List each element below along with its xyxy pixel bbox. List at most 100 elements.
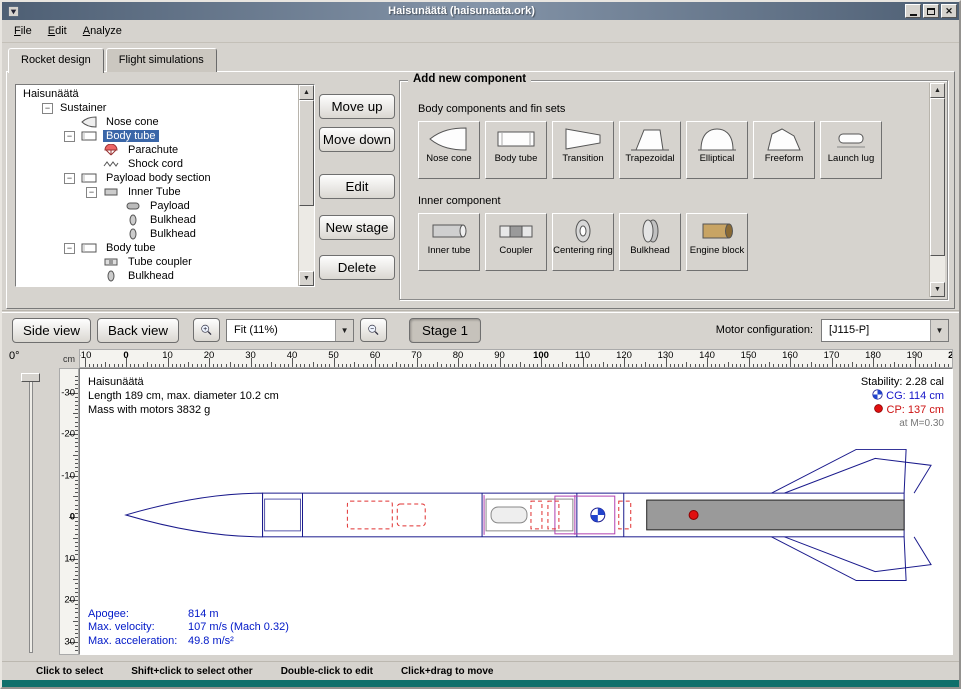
rocket-info: Haisunäätä Length 189 cm, max. diameter … [88,375,279,417]
minimize-button[interactable] [905,4,921,18]
ruler-label: 170 [824,350,840,361]
zoom-out-button[interactable] [360,318,387,342]
tab-rocket-design[interactable]: Rocket design [8,48,104,73]
zoom-in-icon [200,321,213,339]
add-freeform-fin-button[interactable]: Freeform [753,121,815,179]
chevron-down-icon[interactable]: ▼ [930,320,948,341]
tree-collapse-icon[interactable]: − [42,103,53,114]
back-view-button[interactable]: Back view [97,318,179,343]
add-transition-button[interactable]: Transition [552,121,614,179]
scroll-down-button[interactable]: ▼ [930,282,945,297]
side-view-button[interactable]: Side view [12,318,91,343]
scroll-down-button[interactable]: ▼ [299,271,314,286]
tree-item[interactable]: Bulkhead [16,269,298,283]
scrollbar-track[interactable] [299,100,314,271]
zoom-in-button[interactable] [193,318,220,342]
new-stage-button[interactable]: New stage [319,215,395,240]
component-button-label: Freeform [765,154,804,165]
tree-item[interactable]: −Inner Tube [16,185,298,199]
tree-item[interactable]: Parachute [16,143,298,157]
tree-item[interactable]: Bulkhead [16,227,298,241]
component-button-label: Bulkhead [630,246,670,257]
maximize-button[interactable] [923,4,939,18]
cg-text: CG: 114 cm [861,389,944,403]
tree-item-label: Body tube [103,130,159,142]
add-bodytube-button[interactable]: Body tube [485,121,547,179]
ruler-label: 180 [865,350,881,361]
titlebar[interactable]: Haisunäätä (haisunaata.ork) ✕ [2,2,959,20]
rotation-angle-label: 0° [9,350,20,362]
tree-item[interactable]: −Sustainer [16,101,298,115]
tab-flight-simulations[interactable]: Flight simulations [106,48,217,72]
tree-scrollbar[interactable]: ▲ ▼ [298,85,314,286]
window-menu-icon[interactable] [6,5,20,18]
add-launchlug-button[interactable]: Launch lug [820,121,882,179]
window-title: Haisunäätä (haisunaata.ork) [20,5,903,17]
add-component-scrollbar[interactable]: ▲ ▼ [929,83,945,297]
tree-item[interactable]: Payload [16,199,298,213]
rotation-slider-handle[interactable] [21,373,40,382]
main-tabs: Rocket design Flight simulations [8,45,219,72]
mach-text: at M=0.30 [861,417,944,431]
component-button-label: Engine block [690,246,744,257]
coupler-icon [101,256,121,268]
rotation-slider[interactable] [29,377,33,653]
motor-configuration-select[interactable]: [J115-P] ▼ [821,319,949,342]
scrollbar-thumb[interactable] [299,100,314,206]
taskbar-edge [2,680,959,687]
delete-button[interactable]: Delete [319,255,395,280]
component-button-label: Transition [562,154,603,165]
ruler-label: 90 [494,350,505,361]
tree-item[interactable]: Tube coupler [16,255,298,269]
tree-collapse-icon[interactable]: − [64,173,75,184]
tree-item-label: Body tube [103,242,159,254]
tree-item[interactable]: Haisunäätä [16,87,298,101]
ruler-label: 160 [782,350,798,361]
innertube-icon [427,218,471,244]
scrollbar-thumb[interactable] [930,98,945,256]
component-button-label: Inner tube [428,246,471,257]
component-button-label: Coupler [499,246,532,257]
tree-item[interactable]: −Payload body section [16,171,298,185]
add-trapezoidal-fin-button[interactable]: Trapezoidal [619,121,681,179]
menu-edit[interactable]: Edit [40,22,75,40]
tree-item-label: Sustainer [57,102,109,114]
scrollbar-track[interactable] [930,98,945,282]
tree-item[interactable]: Nose cone [16,115,298,129]
close-button[interactable]: ✕ [941,4,957,18]
tree-item[interactable]: − Body tube [16,241,298,255]
stage-1-toggle[interactable]: Stage 1 [409,318,481,343]
scroll-up-button[interactable]: ▲ [930,83,945,98]
add-nosecone-button[interactable]: Nose cone [418,121,480,179]
tree-collapse-icon[interactable]: − [86,187,97,198]
tree-item-label: Bulkhead [147,214,199,226]
add-elliptical-fin-button[interactable]: Elliptical [686,121,748,179]
rocket-design-panel: Haisunäätä−SustainerNose cone−Body tubeP… [6,71,955,309]
add-innertube-button[interactable]: Inner tube [418,213,480,271]
payload-icon [123,200,143,212]
transition-icon [561,126,605,152]
tree-item[interactable]: − Body tube [16,129,298,143]
add-centeringring-button[interactable]: Centering ring [552,213,614,271]
add-bulkhead-button[interactable]: Bulkhead [619,213,681,271]
scroll-up-button[interactable]: ▲ [299,85,314,100]
tree-item-label: Bulkhead [125,270,177,282]
menu-analyze[interactable]: Analyze [75,22,130,40]
zoom-select[interactable]: Fit (11%) ▼ [226,319,354,342]
ruler-label: 150 [741,350,757,361]
tree-item[interactable]: Bulkhead [16,213,298,227]
freeform-fin-icon [762,126,806,152]
add-coupler-button[interactable]: Coupler [485,213,547,271]
tree-item[interactable]: Shock cord [16,157,298,171]
tree-collapse-icon[interactable]: − [64,131,75,142]
menu-file[interactable]: File [6,22,40,40]
chevron-down-icon[interactable]: ▼ [335,320,353,341]
add-engineblock-button[interactable]: Engine block [686,213,748,271]
move-up-button[interactable]: Move up [319,94,395,119]
tree-item-label: Shock cord [125,158,186,170]
edit-button[interactable]: Edit [319,174,395,199]
tree-collapse-icon[interactable]: − [64,243,75,254]
rocket-canvas[interactable]: Haisunäätä Length 189 cm, max. diameter … [79,368,953,655]
move-down-button[interactable]: Move down [319,127,395,152]
vertical-ruler: -30-20-100102030 [59,368,79,655]
